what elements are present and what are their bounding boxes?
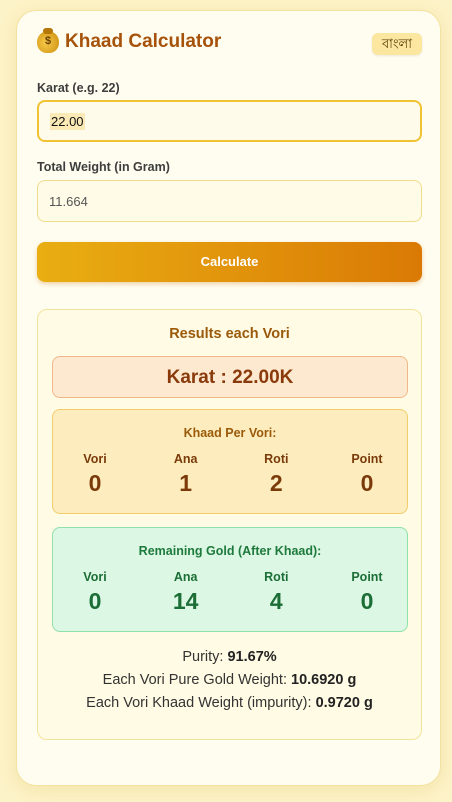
unit-label: Point bbox=[351, 570, 383, 584]
unit-value: 0 bbox=[88, 470, 102, 496]
results-panel: Results each Vori Karat : 22.00K Khaad P… bbox=[37, 309, 422, 740]
khaad-units: Vori 0 Ana 1 Roti 2 Point 0 bbox=[67, 452, 395, 497]
khaad-weight-label: Each Vori Khaad Weight (impurity): bbox=[86, 695, 316, 711]
remaining-unit-roti: Roti 4 bbox=[248, 570, 304, 615]
remaining-units: Vori 0 Ana 14 Roti 4 Point 0 bbox=[67, 570, 395, 615]
karat-label: Karat (e.g. 22) bbox=[37, 81, 120, 95]
unit-value: 1 bbox=[179, 470, 193, 496]
unit-label: Vori bbox=[83, 570, 107, 584]
remaining-gold-box: Remaining Gold (After Khaad): Vori 0 Ana… bbox=[52, 527, 408, 632]
khaad-unit-ana: Ana 1 bbox=[158, 452, 214, 497]
unit-label: Vori bbox=[83, 452, 107, 466]
karat-input-value: 22.00 bbox=[50, 112, 85, 130]
header: Khaad Calculator বাংলা bbox=[37, 28, 422, 59]
pure-gold-line: Each Vori Pure Gold Weight: 10.6920 g bbox=[38, 669, 421, 692]
purity-label: Purity: bbox=[182, 649, 228, 665]
khaad-weight-line: Each Vori Khaad Weight (impurity): 0.972… bbox=[38, 692, 421, 715]
purity-line: Purity: 91.67% bbox=[38, 646, 421, 669]
unit-value: 4 bbox=[269, 588, 283, 614]
title-group: Khaad Calculator bbox=[37, 28, 422, 53]
remaining-unit-point: Point 0 bbox=[339, 570, 395, 615]
unit-value: 0 bbox=[360, 470, 374, 496]
results-title: Results each Vori bbox=[169, 326, 290, 342]
unit-value: 0 bbox=[88, 588, 102, 614]
weight-label: Total Weight (in Gram) bbox=[37, 160, 170, 174]
weight-input[interactable]: 11.664 bbox=[37, 180, 422, 222]
unit-label: Ana bbox=[173, 570, 198, 584]
weight-input-value: 11.664 bbox=[49, 193, 88, 209]
pure-gold-label: Each Vori Pure Gold Weight: bbox=[102, 672, 292, 688]
karat-display: Karat : 22.00K bbox=[52, 356, 408, 398]
calculator-card: Khaad Calculator বাংলা Karat (e.g. 22) 2… bbox=[16, 10, 441, 786]
unit-label: Point bbox=[351, 452, 383, 466]
khaad-unit-vori: Vori 0 bbox=[67, 452, 123, 497]
remaining-unit-ana: Ana 14 bbox=[158, 570, 214, 615]
app-title: Khaad Calculator bbox=[65, 31, 222, 52]
karat-input[interactable]: 22.00 bbox=[37, 100, 422, 142]
remaining-unit-vori: Vori 0 bbox=[67, 570, 123, 615]
calculate-button[interactable]: Calculate bbox=[37, 242, 422, 282]
unit-value: 14 bbox=[172, 588, 199, 614]
language-toggle-button[interactable]: বাংলা bbox=[371, 33, 422, 55]
unit-label: Ana bbox=[173, 452, 198, 466]
summary: Purity: 91.67% Each Vori Pure Gold Weigh… bbox=[38, 646, 421, 715]
purity-value: 91.67% bbox=[227, 649, 277, 665]
unit-value: 0 bbox=[360, 588, 374, 614]
khaad-weight-value: 0.9720 g bbox=[315, 695, 373, 711]
khaad-unit-roti: Roti 2 bbox=[248, 452, 304, 497]
unit-label: Roti bbox=[264, 570, 289, 584]
khaad-unit-point: Point 0 bbox=[339, 452, 395, 497]
pure-gold-value: 10.6920 g bbox=[291, 672, 357, 688]
khaad-per-vori-box: Khaad Per Vori: Vori 0 Ana 1 Roti 2 Poin… bbox=[52, 409, 408, 514]
khaad-title: Khaad Per Vori: bbox=[183, 426, 277, 440]
remaining-title: Remaining Gold (After Khaad): bbox=[138, 544, 322, 558]
unit-label: Roti bbox=[264, 452, 289, 466]
money-bag-icon bbox=[37, 28, 59, 53]
unit-value: 2 bbox=[269, 470, 283, 496]
